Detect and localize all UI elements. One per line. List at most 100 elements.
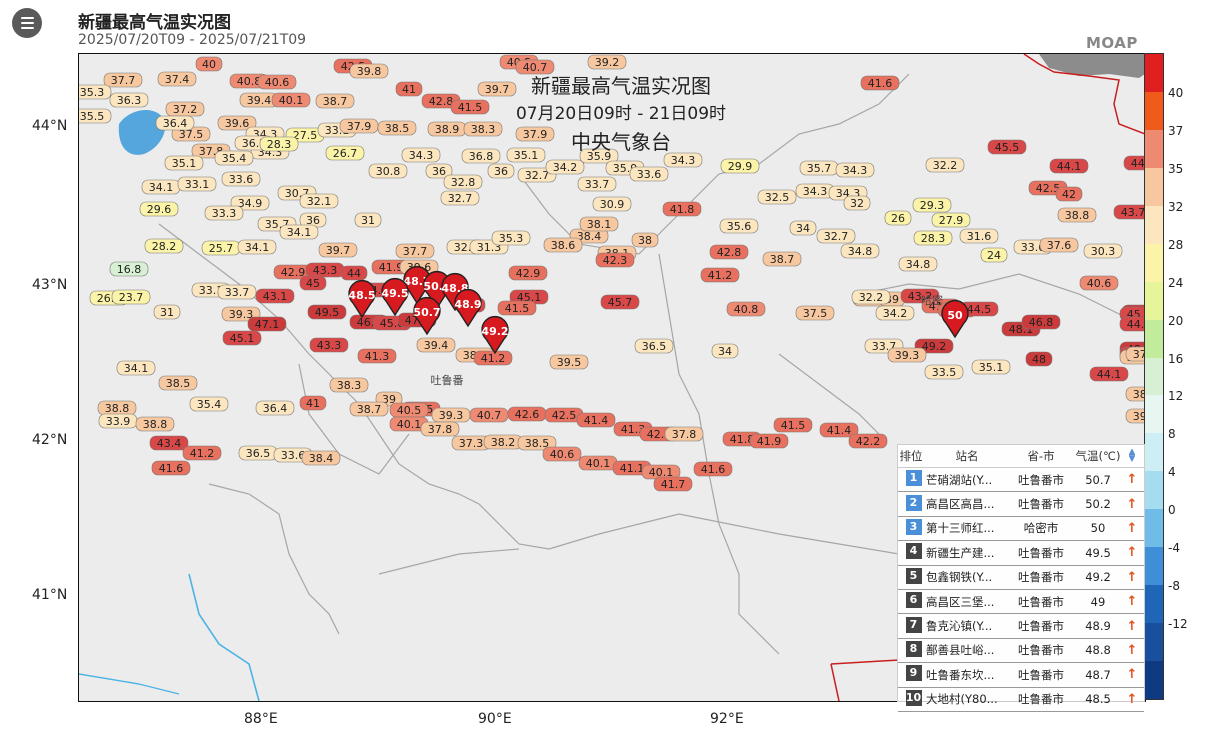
max-temp-pin-icon[interactable]: 48.9 xyxy=(454,289,482,328)
station-marker[interactable]: 38.3 xyxy=(329,377,369,393)
ranking-row[interactable]: 8 鄯善县吐峪... 吐鲁番市 48.8 ↑ xyxy=(898,639,1144,664)
station-marker[interactable]: 16.8 xyxy=(109,261,149,277)
ranking-row[interactable]: 2 高昌区高昌... 吐鲁番市 50.2 ↑ xyxy=(898,492,1144,517)
station-marker[interactable]: 31 xyxy=(153,304,181,320)
station-marker[interactable]: 43.3 xyxy=(305,262,345,278)
station-marker[interactable]: 36.5 xyxy=(634,338,674,354)
station-marker[interactable]: 23.7 xyxy=(111,289,151,305)
ranking-row[interactable]: 1 芒硝湖站(Y... 吐鲁番市 50.7 ↑ xyxy=(898,468,1144,493)
station-marker[interactable]: 41.8 xyxy=(662,201,702,217)
station-marker[interactable]: 34.2 xyxy=(545,159,585,175)
station-marker[interactable]: 28.3 xyxy=(913,230,953,246)
station-marker[interactable]: 35.3 xyxy=(79,84,112,100)
station-marker[interactable]: 37.7 xyxy=(103,72,143,88)
station-marker[interactable]: 45.5 xyxy=(987,139,1027,155)
ranking-row[interactable]: 3 第十三师红... 哈密市 50 ↑ xyxy=(898,517,1144,542)
station-marker[interactable]: 37.7 xyxy=(395,243,435,259)
station-marker[interactable]: 34.1 xyxy=(237,239,277,255)
station-marker[interactable]: 41.5 xyxy=(773,417,813,433)
station-marker[interactable]: 39.7 xyxy=(318,242,358,258)
station-marker[interactable]: 33.7 xyxy=(217,284,257,300)
station-marker[interactable]: 38.8 xyxy=(1057,207,1097,223)
station-marker[interactable]: 45.7 xyxy=(600,294,640,310)
ranking-row[interactable]: 6 高昌区三堡... 吐鲁番市 49 ↑ xyxy=(898,590,1144,615)
station-marker[interactable]: 49.5 xyxy=(307,304,347,320)
station-marker[interactable]: 37.2 xyxy=(165,101,205,117)
station-marker[interactable]: 39.3 xyxy=(887,347,927,363)
station-marker[interactable]: 37.9 xyxy=(339,118,379,134)
station-marker[interactable]: 25.7 xyxy=(201,240,241,256)
station-marker[interactable]: 39.2 xyxy=(587,54,627,70)
station-marker[interactable]: 32.7 xyxy=(816,228,856,244)
station-marker[interactable]: 32.8 xyxy=(443,174,483,190)
station-marker[interactable]: 34 xyxy=(711,343,739,359)
station-marker[interactable]: 29.6 xyxy=(139,201,179,217)
station-marker[interactable]: 41.4 xyxy=(576,412,616,428)
station-marker[interactable]: 30.9 xyxy=(592,196,632,212)
station-marker[interactable]: 24 xyxy=(980,247,1008,263)
station-marker[interactable]: 38.1 xyxy=(579,216,619,232)
station-marker[interactable]: 35.3 xyxy=(491,230,531,246)
station-marker[interactable]: 34.3 xyxy=(835,162,875,178)
station-marker[interactable]: 33.1 xyxy=(177,176,217,192)
station-marker[interactable]: 28.3 xyxy=(259,136,299,152)
station-marker[interactable]: 38.7 xyxy=(349,401,389,417)
station-marker[interactable]: 47.1 xyxy=(247,316,287,332)
station-marker[interactable]: 35.4 xyxy=(214,150,254,166)
max-temp-pin-icon[interactable]: 49.5 xyxy=(381,278,409,317)
station-marker[interactable]: 36.8 xyxy=(461,148,501,164)
station-marker[interactable]: 48 xyxy=(1025,351,1053,367)
station-marker[interactable]: 28.2 xyxy=(144,238,184,254)
station-marker[interactable]: 34.1 xyxy=(116,360,156,376)
station-marker[interactable]: 33.6 xyxy=(221,171,261,187)
station-marker[interactable]: 38.7 xyxy=(315,93,355,109)
station-marker[interactable]: 36 xyxy=(487,163,515,179)
sort-icon[interactable]: ▲ ▼ xyxy=(1122,449,1142,463)
station-marker[interactable]: 36.5 xyxy=(238,445,278,461)
station-marker[interactable]: 39.5 xyxy=(549,354,589,370)
station-marker[interactable]: 43.4 xyxy=(149,435,189,451)
station-marker[interactable]: 31 xyxy=(354,212,382,228)
station-marker[interactable]: 40 xyxy=(195,56,223,72)
station-marker[interactable]: 30.8 xyxy=(368,163,408,179)
ranking-row[interactable]: 7 鲁克沁镇(Y... 吐鲁番市 48.9 ↑ xyxy=(898,614,1144,639)
station-marker[interactable]: 33.9 xyxy=(98,413,138,429)
max-temp-pin-icon[interactable]: 48.5 xyxy=(348,280,376,319)
station-marker[interactable]: 37.3 xyxy=(1125,346,1145,362)
station-marker[interactable]: 33.7 xyxy=(577,176,617,192)
station-marker[interactable]: 39.4 xyxy=(416,337,456,353)
station-marker[interactable]: 38.3 xyxy=(463,121,503,137)
station-marker[interactable]: 42.9 xyxy=(508,265,548,281)
station-marker[interactable]: 46.8 xyxy=(1021,314,1061,330)
ranking-row[interactable]: 10 大地村(Y80... 吐鲁番市 48.5 ↑ xyxy=(898,688,1144,712)
station-marker[interactable]: 43.1 xyxy=(255,288,295,304)
station-marker[interactable]: 44.6 xyxy=(1119,316,1145,332)
station-marker[interactable]: 37.5 xyxy=(795,305,835,321)
station-marker[interactable]: 40.7 xyxy=(469,407,509,423)
station-marker[interactable]: 30.3 xyxy=(1083,243,1123,259)
station-marker[interactable]: 34.1 xyxy=(279,224,319,240)
station-marker[interactable]: 42.2 xyxy=(848,433,888,449)
station-marker[interactable]: 42.8 xyxy=(709,244,749,260)
station-marker[interactable]: 40.1 xyxy=(578,455,618,471)
station-marker[interactable]: 34 xyxy=(789,220,817,236)
station-marker[interactable]: 26 xyxy=(884,210,912,226)
station-marker[interactable]: 40.8 xyxy=(726,301,766,317)
station-marker[interactable]: 42.6 xyxy=(507,406,547,422)
station-marker[interactable]: 41.7 xyxy=(653,476,693,492)
max-temp-pin-icon[interactable]: 50 xyxy=(941,300,969,339)
station-marker[interactable]: 35.6 xyxy=(719,218,759,234)
station-marker[interactable]: 29.9 xyxy=(720,158,760,174)
station-marker[interactable]: 43.3 xyxy=(309,337,349,353)
station-marker[interactable]: 37.8 xyxy=(420,421,460,437)
station-marker[interactable]: 41.2 xyxy=(473,350,513,366)
station-marker[interactable]: 32.1 xyxy=(299,193,339,209)
station-marker[interactable]: 38.5 xyxy=(377,120,417,136)
station-marker[interactable]: 37.4 xyxy=(157,71,197,87)
station-marker[interactable]: 38.7 xyxy=(762,251,802,267)
station-marker[interactable]: 39.3 xyxy=(431,407,471,423)
station-marker[interactable]: 38.2 xyxy=(483,434,523,450)
station-marker[interactable]: 41.6 xyxy=(860,75,900,91)
station-marker[interactable]: 29.3 xyxy=(912,197,952,213)
station-marker[interactable]: 36.4 xyxy=(255,400,295,416)
